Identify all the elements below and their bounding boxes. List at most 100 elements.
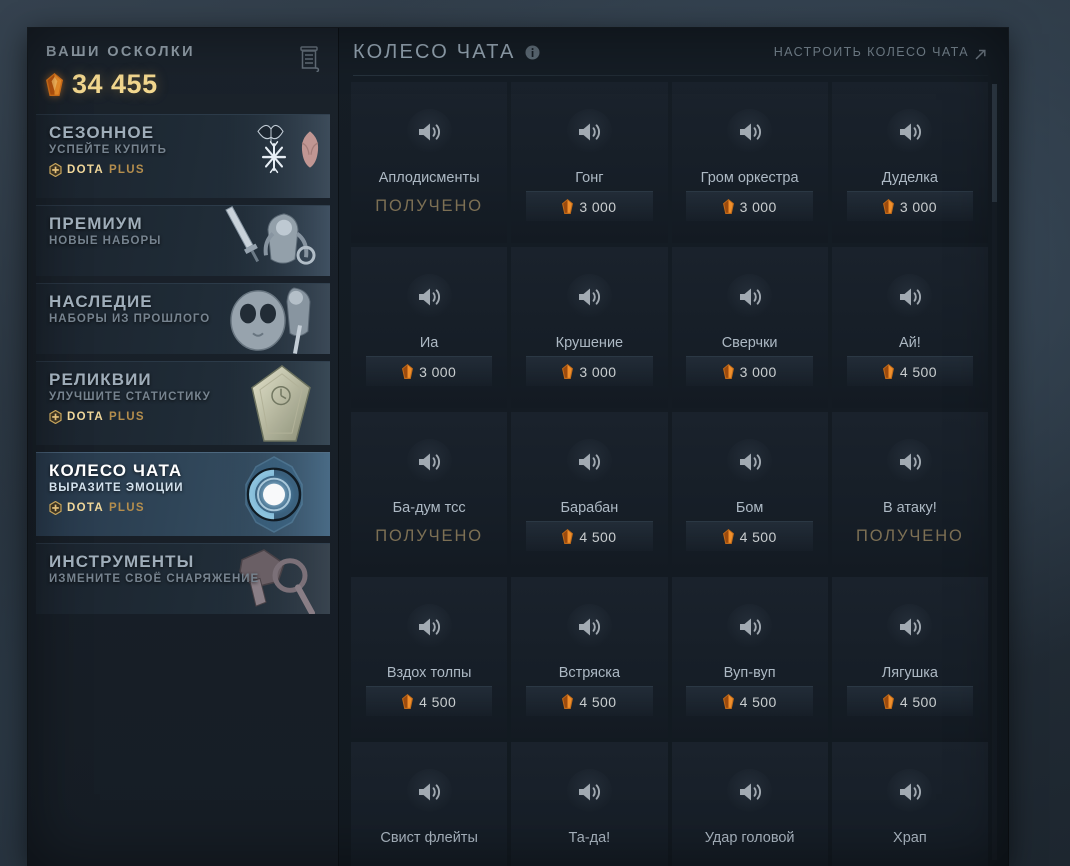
purchase-price-button[interactable]: 4 500 [686, 686, 813, 716]
shard-gem-icon [562, 199, 574, 214]
scrollbar-track[interactable] [992, 84, 997, 860]
sidebar-item-1[interactable]: ПРЕМИУМ НОВЫЕ НАБОРЫ [36, 205, 330, 276]
sound-card[interactable]: Встряска 4 500 [511, 577, 668, 738]
speaker-volume-icon[interactable] [566, 439, 612, 484]
price-value: 4 500 [739, 528, 777, 545]
info-circle-icon[interactable] [525, 45, 540, 60]
purchase-price-button[interactable]: 3 000 [686, 191, 813, 221]
speaker-volume-icon[interactable] [727, 109, 773, 154]
sound-price-slot: 4 500 [672, 521, 828, 573]
price-value: 4 500 [579, 528, 617, 545]
sound-card[interactable]: Ба-дум тсс ПОЛУЧЕНО [351, 412, 508, 573]
sound-name: Ба-дум тсс [392, 500, 466, 516]
shards-amount: 34 455 [72, 69, 158, 99]
sound-price-slot: 3 000 [832, 191, 988, 243]
speaker-volume-icon[interactable] [887, 274, 933, 319]
price-value: 3 000 [579, 363, 617, 380]
sidebar-item-2[interactable]: НАСЛЕДИЕ НАБОРЫ ИЗ ПРОШЛОГО [36, 283, 330, 354]
sidebar-item-text: ПРЕМИУМ НОВЫЕ НАБОРЫ [36, 206, 330, 247]
purchase-price-button[interactable]: 3 000 [686, 356, 813, 386]
sidebar-item-text: СЕЗОННОЕ УСПЕЙТЕ КУПИТЬ DOTA PLUS [36, 115, 330, 178]
speaker-volume-icon[interactable] [727, 604, 773, 649]
sound-card[interactable]: Вздох толпы 4 500 [351, 577, 508, 738]
dota-plus-tier: PLUS [108, 163, 145, 176]
sidebar-item-0[interactable]: СЕЗОННОЕ УСПЕЙТЕ КУПИТЬ DOTA PLUS [36, 114, 330, 198]
main-panel: КОЛЕСО ЧАТА НАСТРОИТЬ КОЛЕСО ЧАТА Аплоди… [339, 28, 1008, 866]
speaker-volume-icon[interactable] [727, 769, 773, 814]
page-title: КОЛЕСО ЧАТА [353, 40, 516, 63]
speaker-volume-icon[interactable] [406, 769, 452, 814]
speaker-volume-icon[interactable] [406, 274, 452, 319]
scrollbar-thumb[interactable] [992, 84, 997, 202]
speaker-volume-icon[interactable] [727, 274, 773, 319]
speaker-volume-icon[interactable] [566, 274, 612, 319]
sound-card[interactable]: Аплодисменты ПОЛУЧЕНО [351, 82, 508, 243]
speaker-volume-icon[interactable] [887, 109, 933, 154]
sound-card[interactable]: Дуделка 3 000 [831, 82, 988, 243]
sound-name: Аплодисменты [378, 170, 480, 186]
sound-card[interactable]: Та-да! [511, 742, 668, 866]
speaker-volume-icon[interactable] [406, 109, 452, 154]
speaker-volume-icon[interactable] [566, 109, 612, 154]
purchase-price-button[interactable]: 3 000 [846, 191, 974, 221]
dota-plus-tier: PLUS [108, 410, 145, 423]
purchase-price-button[interactable]: 4 500 [686, 521, 813, 551]
sound-name: Барабан [560, 500, 619, 516]
sound-price-slot: 4 500 [511, 686, 667, 738]
dota-plus-badge: DOTA PLUS [49, 162, 330, 178]
sound-card[interactable]: Храп [831, 742, 988, 866]
sound-card[interactable]: Гонг 3 000 [511, 82, 668, 243]
price-value: 4 500 [899, 693, 937, 710]
speaker-volume-icon[interactable] [566, 769, 612, 814]
panel-header: КОЛЕСО ЧАТА НАСТРОИТЬ КОЛЕСО ЧАТА [339, 28, 1008, 76]
sidebar-item-subtitle: УЛУЧШИТЕ СТАТИСТИКУ [49, 390, 211, 403]
sound-card[interactable]: Сверчки 3 000 [671, 247, 828, 408]
speaker-volume-icon[interactable] [887, 604, 933, 649]
price-value: 4 500 [739, 693, 777, 710]
sound-name: Сверчки [721, 335, 778, 351]
sound-price-slot: ПОЛУЧЕНО [832, 521, 988, 573]
price-value: 3 000 [419, 363, 457, 380]
external-link-arrow-icon [975, 47, 986, 60]
ledger-scroll-icon[interactable] [298, 46, 322, 73]
sound-card[interactable]: Бом 4 500 [671, 412, 828, 573]
sound-price-slot: 4 500 [832, 356, 988, 408]
purchase-price-button[interactable]: 4 500 [846, 356, 974, 386]
speaker-volume-icon[interactable] [887, 769, 933, 814]
sound-name: Лягушка [881, 665, 938, 681]
purchase-price-button[interactable]: 3 000 [526, 191, 653, 221]
configure-chat-wheel-link[interactable]: НАСТРОИТЬ КОЛЕСО ЧАТА [774, 45, 986, 60]
sound-card[interactable]: Иа 3 000 [351, 247, 508, 408]
purchase-price-button[interactable]: 4 500 [526, 686, 653, 716]
speaker-volume-icon[interactable] [406, 439, 452, 484]
sound-name: Свист флейты [380, 830, 478, 846]
purchase-price-button[interactable]: 3 000 [365, 356, 493, 386]
sidebar-item-title: ИНСТРУМЕНТЫ [49, 552, 195, 571]
shard-gem-icon [562, 694, 574, 709]
sound-card[interactable]: Свист флейты [351, 742, 508, 866]
sound-name: Вуп-вуп [723, 665, 776, 681]
sound-card[interactable]: Крушение 3 000 [511, 247, 668, 408]
sound-card[interactable]: В атаку! ПОЛУЧЕНО [831, 412, 988, 573]
sidebar-item-3[interactable]: РЕЛИКВИИ УЛУЧШИТЕ СТАТИСТИКУ DOTA PLUS [36, 361, 330, 445]
price-value: 3 000 [739, 198, 777, 215]
sound-card[interactable]: Ай! 4 500 [831, 247, 988, 408]
purchase-price-button[interactable]: 3 000 [526, 356, 653, 386]
sound-card[interactable]: Гром оркестра 3 000 [671, 82, 828, 243]
speaker-volume-icon[interactable] [727, 439, 773, 484]
purchase-price-button[interactable]: 4 500 [846, 686, 974, 716]
sound-card[interactable]: Лягушка 4 500 [831, 577, 988, 738]
speaker-volume-icon[interactable] [887, 439, 933, 484]
sidebar-item-text: ИНСТРУМЕНТЫ ИЗМЕНИТЕ СВОЁ СНАРЯЖЕНИЕ [36, 544, 330, 585]
sound-card[interactable]: Вуп-вуп 4 500 [671, 577, 828, 738]
purchase-price-button[interactable]: 4 500 [365, 686, 493, 716]
sound-card[interactable]: Удар головой [671, 742, 828, 866]
sidebar-item-4[interactable]: КОЛЕСО ЧАТА ВЫРАЗИТЕ ЭМОЦИИ DOTA PLUS [36, 452, 330, 536]
sound-card[interactable]: Барабан 4 500 [511, 412, 668, 573]
sound-name: Вздох толпы [386, 665, 472, 681]
speaker-volume-icon[interactable] [406, 604, 452, 649]
sound-price-slot: 4 500 [351, 686, 507, 738]
speaker-volume-icon[interactable] [566, 604, 612, 649]
purchase-price-button[interactable]: 4 500 [526, 521, 653, 551]
sidebar-item-5[interactable]: ИНСТРУМЕНТЫ ИЗМЕНИТЕ СВОЁ СНАРЯЖЕНИЕ [36, 543, 330, 614]
